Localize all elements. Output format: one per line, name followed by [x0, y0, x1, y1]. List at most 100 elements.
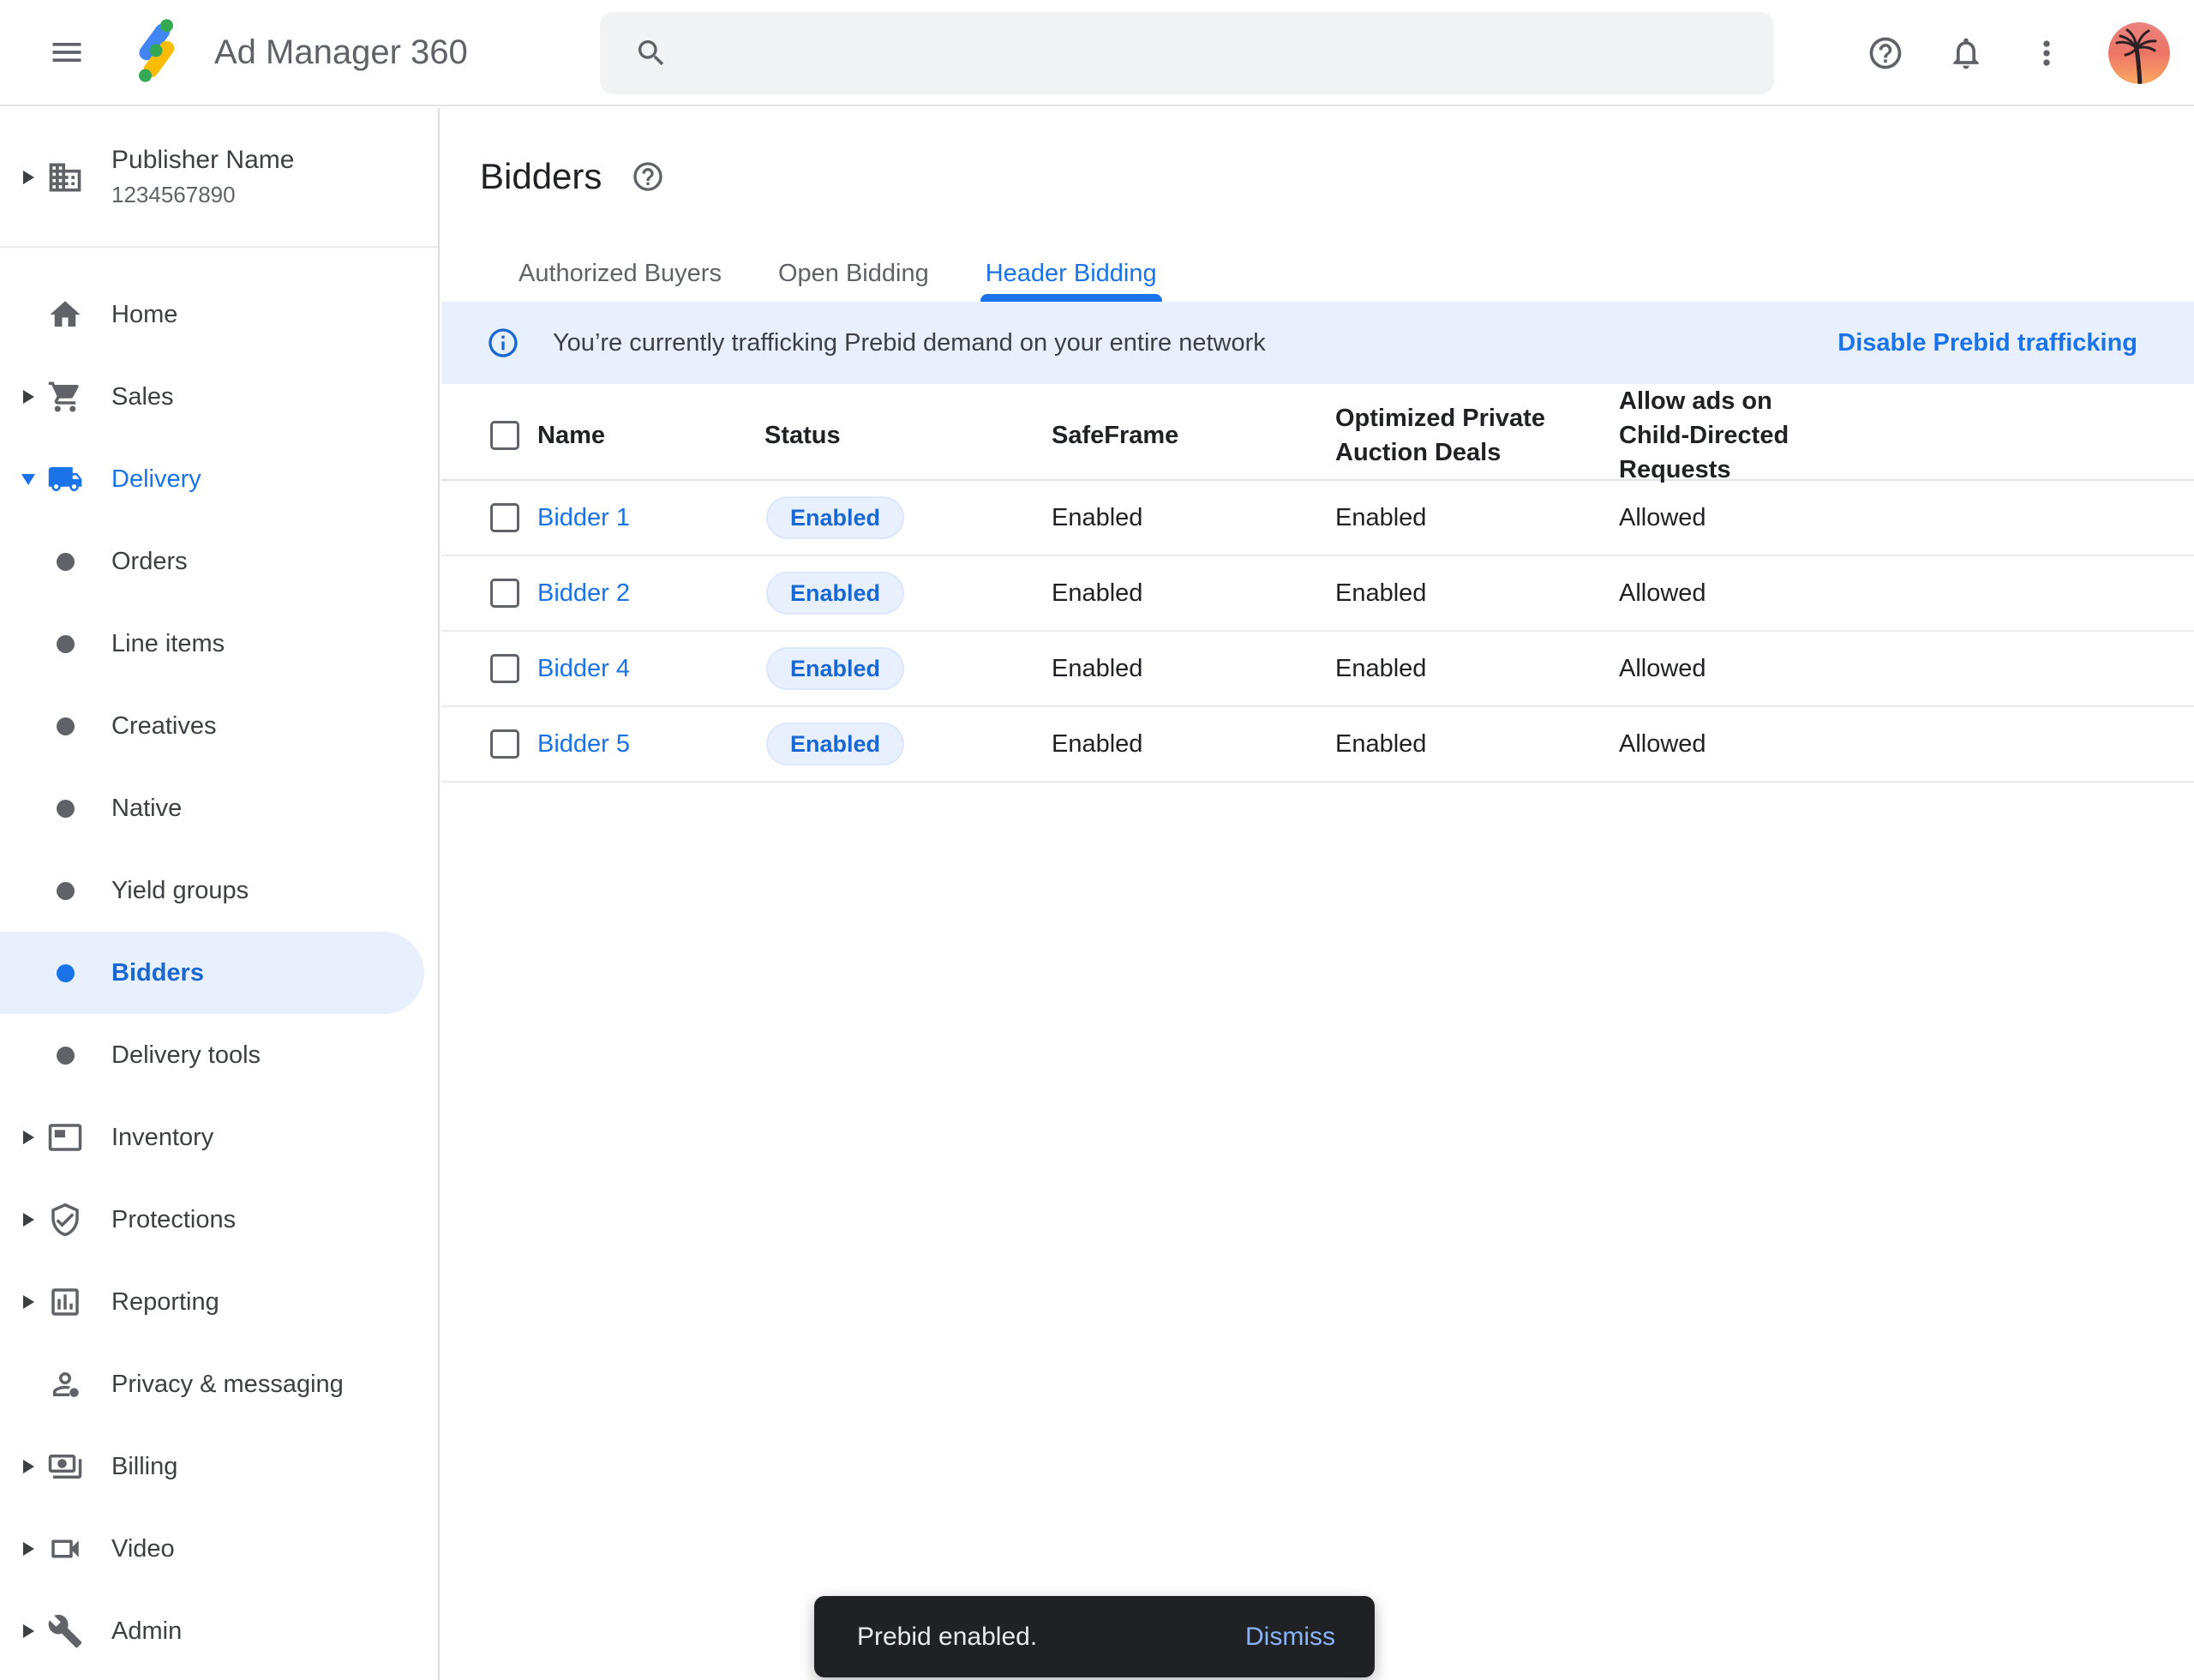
search-input[interactable] [694, 39, 1774, 68]
status-badge: Enabled [766, 572, 904, 615]
sidebar-item-label: Billing [111, 1453, 177, 1481]
sidebar-item-delivery[interactable]: Delivery [0, 438, 438, 520]
bullet-icon [57, 1047, 75, 1065]
topbar-actions [1867, 0, 2170, 106]
toast: Prebid enabled. Dismiss [814, 1596, 1375, 1677]
sidebar-item-yield-groups[interactable]: Yield groups [0, 849, 438, 932]
status-badge: Enabled [766, 647, 904, 690]
sidebar-item-label: Inventory [111, 1124, 213, 1152]
row-checkbox[interactable] [490, 503, 519, 532]
sidebar-item-orders[interactable]: Orders [0, 520, 438, 603]
sidebar-item-creatives[interactable]: Creatives [0, 685, 438, 767]
bidder-link[interactable]: Bidder 4 [537, 655, 630, 682]
sidebar-item-label: Protections [111, 1206, 236, 1234]
main-content: Bidders Authorized Buyers Open Bidding Hea… [441, 108, 2194, 1680]
avatar[interactable] [2108, 22, 2170, 84]
publisher-switcher[interactable]: Publisher Name 1234567890 [0, 108, 438, 248]
menu-icon[interactable] [48, 33, 86, 71]
sidebar-item-sales[interactable]: Sales [0, 356, 438, 438]
column-header-status: Status [764, 418, 1052, 453]
privacy-icon [47, 1366, 83, 1402]
billing-icon [47, 1449, 83, 1485]
private-auction-cell: Enabled [1335, 730, 1619, 759]
sidebar-item-label: Delivery tools [111, 1041, 261, 1070]
safeframe-cell: Enabled [1052, 655, 1335, 683]
expand-right-icon [23, 1624, 34, 1638]
search-icon [634, 36, 668, 70]
column-header-private-auction: Optimized Private Auction Deals [1335, 401, 1550, 470]
table-row: Bidder 2EnabledEnabledEnabledAllowed [441, 556, 2194, 632]
info-icon [486, 326, 520, 360]
safeframe-cell: Enabled [1052, 504, 1335, 532]
bidders-table: Name Status SafeFrame Optimized Private … [441, 384, 2194, 783]
select-all-checkbox[interactable] [490, 421, 519, 450]
building-icon [46, 159, 84, 196]
sidebar: Publisher Name 1234567890 HomeSalesDeliv… [0, 108, 440, 1680]
sidebar-item-bidders[interactable]: Bidders [0, 932, 424, 1014]
sidebar-item-reporting[interactable]: Reporting [0, 1261, 438, 1343]
sidebar-item-label: Bidders [111, 959, 204, 987]
page-help-icon[interactable] [631, 159, 665, 194]
sidebar-item-native[interactable]: Native [0, 767, 438, 849]
bidder-link[interactable]: Bidder 2 [537, 579, 630, 607]
child-directed-cell: Allowed [1619, 504, 2194, 532]
tab-header-bidding[interactable]: Header Bidding [986, 245, 1157, 302]
ad-manager-logo-icon [122, 16, 190, 89]
private-auction-cell: Enabled [1335, 579, 1619, 608]
search-bar[interactable] [600, 12, 1774, 94]
table-row: Bidder 4EnabledEnabledEnabledAllowed [441, 632, 2194, 707]
expand-right-icon [23, 1213, 34, 1227]
palm-tree-avatar [2108, 22, 2170, 84]
app-title: Ad Manager 360 [214, 33, 468, 72]
kebab-menu-icon[interactable] [2028, 34, 2065, 72]
child-directed-cell: Allowed [1619, 579, 2194, 608]
sidebar-item-label: Creatives [111, 712, 217, 741]
sidebar-item-line-items[interactable]: Line items [0, 603, 438, 685]
table-row: Bidder 5EnabledEnabledEnabledAllowed [441, 707, 2194, 783]
sidebar-item-label: Video [111, 1535, 175, 1563]
prebid-banner: You’re currently trafficking Prebid dema… [441, 302, 2194, 384]
sidebar-item-label: Native [111, 795, 182, 823]
bidder-link[interactable]: Bidder 1 [537, 504, 630, 531]
row-checkbox[interactable] [490, 579, 519, 608]
bullet-icon [57, 553, 75, 571]
expand-right-icon [23, 1295, 34, 1309]
tab-authorized-buyers[interactable]: Authorized Buyers [519, 245, 722, 302]
sidebar-item-billing[interactable]: Billing [0, 1425, 438, 1508]
toast-message: Prebid enabled. [857, 1623, 1037, 1652]
toast-dismiss-button[interactable]: Dismiss [1245, 1623, 1335, 1652]
table-row: Bidder 1EnabledEnabledEnabledAllowed [441, 481, 2194, 556]
home-icon [47, 297, 83, 333]
table-header-row: Name Status SafeFrame Optimized Private … [441, 384, 2194, 481]
sidebar-item-inventory[interactable]: Inventory [0, 1096, 438, 1179]
ad-unit-icon [47, 1119, 83, 1155]
sidebar-item-admin[interactable]: Admin [0, 1590, 438, 1672]
bullet-icon [57, 717, 75, 735]
sidebar-item-delivery-tools[interactable]: Delivery tools [0, 1014, 438, 1096]
bullet-icon [57, 800, 75, 818]
private-auction-cell: Enabled [1335, 504, 1619, 532]
expand-down-icon [21, 474, 35, 485]
publisher-name: Publisher Name [111, 146, 294, 175]
bullet-icon [57, 882, 75, 900]
sidebar-item-label: Reporting [111, 1288, 219, 1317]
tab-open-bidding[interactable]: Open Bidding [778, 245, 929, 302]
bell-icon[interactable] [1947, 34, 1985, 72]
column-header-child-directed: Allow ads on Child-Directed Requests [1619, 384, 1833, 487]
help-icon[interactable] [1867, 34, 1904, 72]
page-title: Bidders [480, 156, 602, 197]
row-checkbox[interactable] [490, 654, 519, 683]
sidebar-item-protections[interactable]: Protections [0, 1179, 438, 1261]
tab-bar: Authorized Buyers Open Bidding Header Bidd… [441, 245, 2194, 302]
sidebar-item-video[interactable]: Video [0, 1508, 438, 1590]
child-directed-cell: Allowed [1619, 655, 2194, 683]
sidebar-item-label: Privacy & messaging [111, 1371, 344, 1399]
sidebar-item-home[interactable]: Home [0, 273, 438, 356]
sidebar-item-privacy-messaging[interactable]: Privacy & messaging [0, 1343, 438, 1425]
expand-right-icon [23, 171, 34, 184]
row-checkbox[interactable] [490, 729, 519, 759]
sidebar-item-label: Yield groups [111, 877, 249, 905]
bidder-link[interactable]: Bidder 5 [537, 730, 630, 758]
disable-prebid-button[interactable]: Disable Prebid trafficking [1837, 329, 2137, 357]
admin-icon [47, 1613, 83, 1649]
